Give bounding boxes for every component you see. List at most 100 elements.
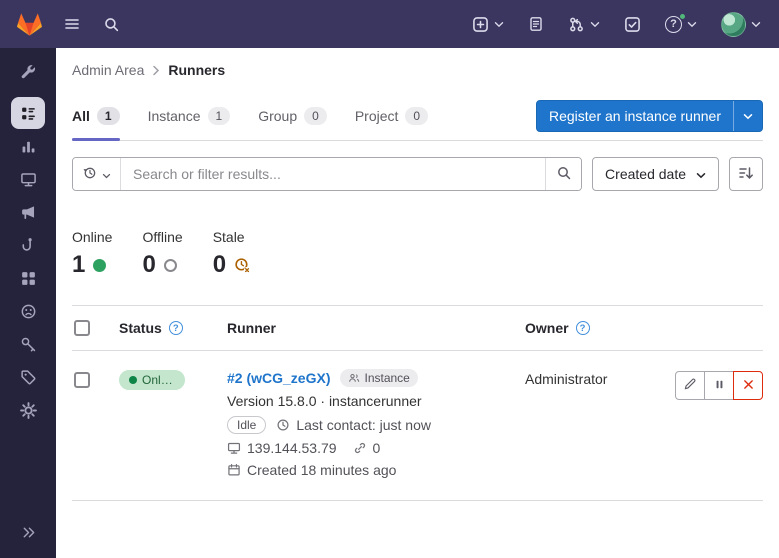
calendar-icon: [227, 463, 241, 477]
tab-project[interactable]: Project 0: [355, 92, 428, 140]
sort-direction-button[interactable]: [729, 157, 763, 191]
search-submit-button[interactable]: [545, 158, 581, 190]
sidebar-item-deploy-keys[interactable]: [11, 328, 45, 360]
filtered-search: [72, 157, 582, 191]
register-instance-runner-button[interactable]: Register an instance runner: [536, 100, 763, 132]
merge-requests-dropdown[interactable]: [566, 14, 602, 35]
chevron-down-icon: [590, 21, 600, 28]
search-input[interactable]: [121, 158, 545, 190]
sidebar-item-labels[interactable]: [11, 361, 45, 393]
sidebar-item-analytics[interactable]: [11, 130, 45, 162]
column-header-status: Status ?: [119, 306, 227, 350]
overview-list-icon: [20, 105, 37, 122]
search-icon: [556, 165, 572, 184]
column-header-runner: Runner: [227, 306, 525, 350]
sidebar-item-system-hooks[interactable]: [11, 229, 45, 261]
offline-status-icon: [164, 259, 177, 272]
runner-tabs: All 1 Instance 1 Group 0 Project 0 Regis…: [72, 92, 763, 141]
apps-grid-icon: [20, 270, 37, 287]
chevron-down-icon: [696, 166, 706, 182]
clock-icon: [276, 418, 290, 432]
gear-icon: [20, 402, 37, 419]
close-icon: [742, 378, 755, 394]
last-contact-text: Last contact: just now: [296, 417, 431, 433]
user-avatar: [721, 12, 746, 37]
issues-button[interactable]: [526, 14, 546, 34]
help-dropdown[interactable]: ?: [663, 14, 699, 35]
sidebar-item-monitoring[interactable]: [11, 163, 45, 195]
chevron-down-icon: [751, 21, 761, 28]
sidebar-item-overview[interactable]: [11, 97, 45, 129]
sidebar-item-admin-area[interactable]: [11, 56, 45, 88]
tab-group-count-badge: 0: [304, 107, 327, 125]
owner-help-icon[interactable]: ?: [576, 321, 590, 335]
megaphone-icon: [20, 204, 37, 221]
tab-all-count-badge: 1: [97, 107, 120, 125]
issues-icon: [528, 16, 544, 32]
sidebar-expand-button[interactable]: [11, 516, 45, 548]
hamburger-menu-button[interactable]: [61, 14, 83, 34]
chart-bar-icon: [20, 138, 37, 155]
label-tag-icon: [20, 369, 37, 386]
breadcrumb-admin-area[interactable]: Admin Area: [72, 62, 144, 78]
todo-check-icon: [624, 16, 641, 33]
new-menu-dropdown[interactable]: [470, 14, 506, 35]
todos-button[interactable]: [622, 14, 643, 35]
sidebar-item-abuse-reports[interactable]: [11, 295, 45, 327]
hook-icon: [20, 237, 37, 254]
job-status-badge: Idle: [227, 416, 266, 434]
stat-offline: Offline 0: [142, 229, 182, 279]
delete-runner-button[interactable]: [733, 371, 763, 400]
runner-summary-cell: #2 (wCG_zeGX) Instance Version 15.8.0 · …: [227, 369, 525, 478]
runner-version: Version 15.8.0 · instancerunner: [227, 393, 525, 409]
runner-link[interactable]: #2 (wCG_zeGX): [227, 370, 330, 386]
sad-face-icon: [20, 303, 37, 320]
edit-runner-button[interactable]: [675, 371, 705, 400]
search-history-dropdown[interactable]: [73, 158, 121, 190]
tab-group[interactable]: Group 0: [258, 92, 327, 140]
gitlab-logo-icon[interactable]: [16, 11, 43, 38]
top-navigation-bar: ?: [0, 0, 779, 48]
plus-square-icon: [472, 16, 489, 33]
admin-sidebar: [0, 48, 56, 558]
column-header-owner: Owner ?: [525, 306, 675, 350]
runner-actions: [675, 369, 763, 400]
select-all-checkbox[interactable]: [74, 320, 90, 336]
stale-clock-icon: [234, 257, 251, 274]
status-badge: Online: [119, 370, 185, 390]
chevron-down-icon: [102, 167, 111, 182]
tab-all[interactable]: All 1: [72, 92, 120, 140]
breadcrumb: Admin Area Runners: [56, 48, 779, 92]
sort-by-dropdown[interactable]: Created date: [592, 157, 719, 191]
sidebar-item-settings[interactable]: [11, 394, 45, 426]
status-help-icon[interactable]: ?: [169, 321, 183, 335]
stat-stale: Stale 0: [213, 229, 251, 279]
merge-request-icon: [568, 16, 585, 33]
linked-count: 0: [373, 440, 381, 456]
created-text: Created 18 minutes ago: [247, 462, 396, 478]
main-content: Admin Area Runners All 1 Instance 1 Grou…: [56, 48, 779, 558]
tab-instance-count-badge: 1: [208, 107, 231, 125]
user-menu-dropdown[interactable]: [719, 10, 763, 39]
sort-descending-icon: [738, 165, 754, 184]
help-icon: ?: [665, 16, 682, 33]
tab-instance[interactable]: Instance 1: [148, 92, 231, 140]
chevron-double-right-icon: [21, 525, 36, 540]
pause-icon: [713, 378, 726, 394]
search-button[interactable]: [101, 14, 122, 35]
monitor-icon: [20, 171, 37, 188]
register-dropdown-toggle[interactable]: [733, 101, 762, 131]
sidebar-item-messages[interactable]: [11, 196, 45, 228]
pencil-icon: [683, 377, 697, 394]
users-icon: [348, 372, 360, 384]
monitor-small-icon: [227, 441, 241, 455]
runner-stats: Online 1 Offline 0 Stale 0: [56, 203, 779, 305]
chevron-down-icon: [494, 21, 504, 28]
pause-runner-button[interactable]: [704, 371, 734, 400]
select-row-checkbox[interactable]: [74, 372, 90, 388]
notification-dot: [679, 13, 686, 20]
sidebar-item-applications[interactable]: [11, 262, 45, 294]
chevron-down-icon: [687, 21, 697, 28]
chevron-right-icon: [152, 65, 160, 76]
tab-project-count-badge: 0: [405, 107, 428, 125]
